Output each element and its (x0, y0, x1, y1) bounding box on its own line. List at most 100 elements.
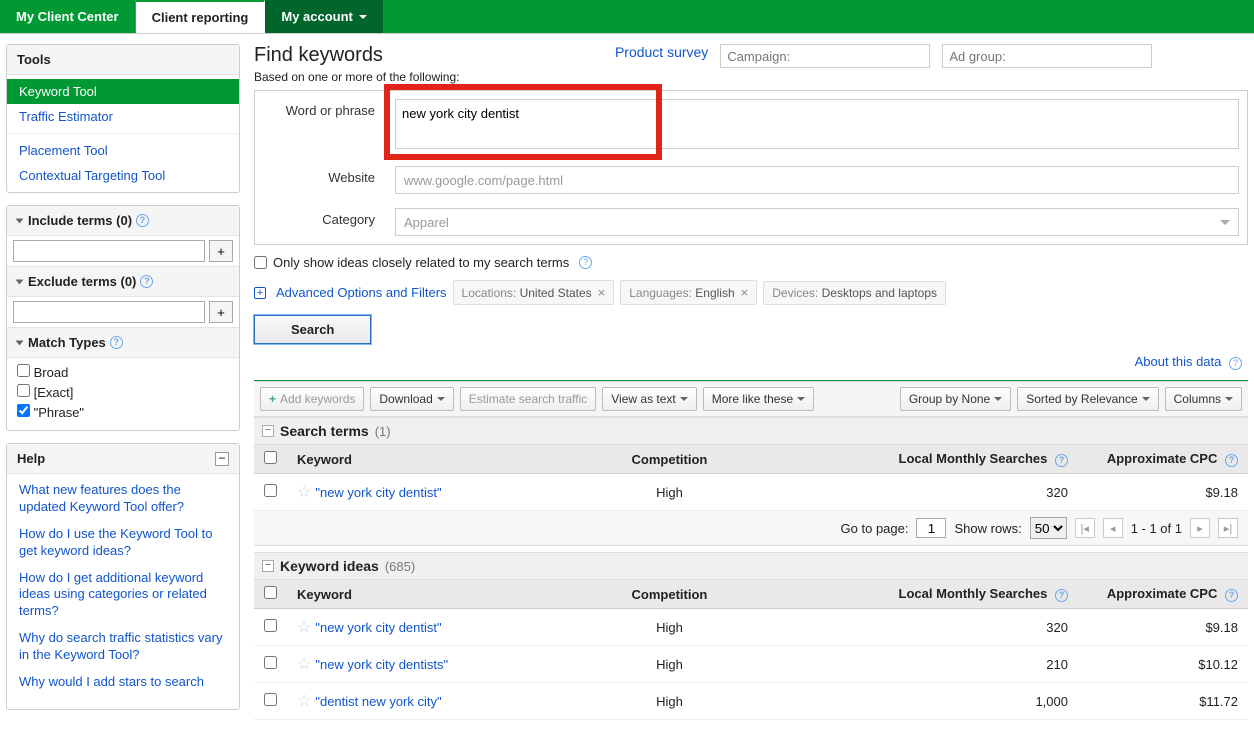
close-icon[interactable]: × (598, 285, 606, 300)
sorted-by-button[interactable]: Sorted by Relevance (1017, 387, 1158, 411)
locations-chip[interactable]: Locations: United States × (453, 280, 615, 305)
help-link[interactable]: What new features does the updated Keywo… (19, 482, 227, 516)
col-competition[interactable]: Competition (587, 580, 752, 609)
website-input[interactable] (395, 166, 1239, 194)
cell-cpc: $9.18 (1078, 474, 1248, 511)
select-all-checkbox[interactable] (264, 451, 277, 464)
close-icon[interactable]: × (741, 285, 749, 300)
website-label: Website (257, 160, 387, 200)
match-phrase-option[interactable]: "Phrase" (17, 402, 229, 422)
row-checkbox[interactable] (264, 484, 277, 497)
match-broad-option[interactable]: Broad (17, 362, 229, 382)
help-panel: Help − What new features does the update… (6, 443, 240, 710)
page-first-button[interactable]: |◂ (1075, 518, 1095, 538)
col-cpc[interactable]: Approximate CPC (1107, 451, 1218, 466)
col-competition[interactable]: Competition (587, 445, 752, 474)
keyword-link[interactable]: "new york city dentists" (315, 657, 448, 672)
row-checkbox[interactable] (264, 693, 277, 706)
exclude-terms-header[interactable]: Exclude terms (0) ? (7, 266, 239, 297)
tab-client-center[interactable]: My Client Center (0, 0, 136, 33)
keyword-link[interactable]: "new york city dentist" (315, 485, 441, 500)
nav-keyword-tool[interactable]: Keyword Tool (7, 79, 239, 104)
collapse-icon[interactable]: − (215, 452, 229, 466)
more-like-these-button[interactable]: More like these (703, 387, 814, 411)
group-by-button[interactable]: Group by None (900, 387, 1011, 411)
match-broad-checkbox[interactable] (17, 364, 30, 377)
include-term-add-button[interactable]: + (209, 240, 233, 262)
match-phrase-checkbox[interactable] (17, 404, 30, 417)
about-data-link[interactable]: About this data (1135, 354, 1222, 369)
category-select[interactable]: Apparel (395, 208, 1239, 236)
match-types-header[interactable]: Match Types ? (7, 327, 239, 358)
nav-traffic-estimator[interactable]: Traffic Estimator (7, 104, 239, 129)
star-icon[interactable]: ☆ (297, 656, 311, 673)
help-icon[interactable]: ? (140, 275, 153, 288)
top-nav: My Client Center Client reporting My acc… (0, 0, 1254, 34)
word-phrase-input[interactable]: new york city dentist (395, 99, 1239, 149)
download-button[interactable]: Download (370, 387, 453, 411)
campaign-input[interactable] (720, 44, 930, 68)
col-cpc[interactable]: Approximate CPC (1107, 586, 1218, 601)
collapse-icon[interactable]: − (262, 560, 274, 572)
table-row: ☆"new york city dentist" High 320 $9.18 (254, 474, 1248, 511)
row-checkbox[interactable] (264, 619, 277, 632)
row-checkbox[interactable] (264, 656, 277, 669)
help-icon[interactable]: ? (1055, 589, 1068, 602)
help-icon[interactable]: ? (136, 214, 149, 227)
estimate-traffic-button[interactable]: Estimate search traffic (460, 387, 597, 411)
include-term-input[interactable] (13, 240, 205, 262)
results-toolbar: +Add keywords Download Estimate search t… (254, 381, 1248, 417)
exclude-term-input[interactable] (13, 301, 205, 323)
help-icon[interactable]: ? (1229, 357, 1242, 370)
include-terms-header[interactable]: Include terms (0) ? (7, 206, 239, 236)
select-all-checkbox[interactable] (264, 586, 277, 599)
rows-select[interactable]: 50 (1030, 517, 1067, 539)
help-icon[interactable]: ? (110, 336, 123, 349)
add-keywords-button[interactable]: +Add keywords (260, 387, 364, 411)
col-keyword[interactable]: Keyword (287, 445, 587, 474)
nav-placement-tool[interactable]: Placement Tool (7, 138, 239, 163)
cell-lms: 210 (752, 646, 1078, 683)
search-button[interactable]: Search (254, 315, 371, 344)
page-next-button[interactable]: ▸ (1190, 518, 1210, 538)
help-icon[interactable]: ? (1055, 454, 1068, 467)
star-icon[interactable]: ☆ (297, 693, 311, 710)
help-link[interactable]: Why do search traffic statistics vary in… (19, 630, 227, 664)
table-row: ☆"new york city dentist" High 320 $9.18 (254, 609, 1248, 646)
columns-button[interactable]: Columns (1165, 387, 1242, 411)
star-icon[interactable]: ☆ (297, 484, 311, 501)
col-lms[interactable]: Local Monthly Searches (899, 451, 1048, 466)
page-prev-button[interactable]: ◂ (1103, 518, 1123, 538)
help-link[interactable]: Why would I add stars to search (19, 674, 227, 691)
exclude-term-add-button[interactable]: + (209, 301, 233, 323)
search-terms-count: (1) (375, 424, 391, 439)
devices-chip[interactable]: Devices: Desktops and laptops (763, 281, 946, 305)
languages-chip[interactable]: Languages: English × (620, 280, 757, 305)
col-keyword[interactable]: Keyword (287, 580, 587, 609)
help-link[interactable]: How do I get additional keyword ideas us… (19, 570, 227, 621)
tab-client-reporting[interactable]: Client reporting (136, 0, 266, 33)
tab-my-account[interactable]: My account (265, 0, 384, 33)
adgroup-input[interactable] (942, 44, 1152, 68)
product-survey-link[interactable]: Product survey (615, 44, 708, 60)
help-link[interactable]: How do I use the Keyword Tool to get key… (19, 526, 227, 560)
advanced-options-link[interactable]: Advanced Options and Filters (276, 285, 447, 300)
only-show-checkbox[interactable] (254, 256, 267, 269)
keyword-link[interactable]: "new york city dentist" (315, 620, 441, 635)
page-input[interactable] (916, 518, 946, 538)
word-phrase-label: Word or phrase (257, 93, 387, 158)
cell-competition: High (587, 683, 752, 720)
collapse-icon[interactable]: − (262, 425, 274, 437)
page-last-button[interactable]: ▸| (1218, 518, 1238, 538)
star-icon[interactable]: ☆ (297, 619, 311, 636)
keyword-link[interactable]: "dentist new york city" (315, 694, 441, 709)
help-icon[interactable]: ? (579, 256, 592, 269)
col-lms[interactable]: Local Monthly Searches (899, 586, 1048, 601)
help-icon[interactable]: ? (1225, 589, 1238, 602)
plus-icon[interactable]: + (254, 287, 266, 299)
view-as-text-button[interactable]: View as text (602, 387, 696, 411)
match-exact-option[interactable]: [Exact] (17, 382, 229, 402)
help-icon[interactable]: ? (1225, 454, 1238, 467)
match-exact-checkbox[interactable] (17, 384, 30, 397)
nav-contextual-tool[interactable]: Contextual Targeting Tool (7, 163, 239, 188)
